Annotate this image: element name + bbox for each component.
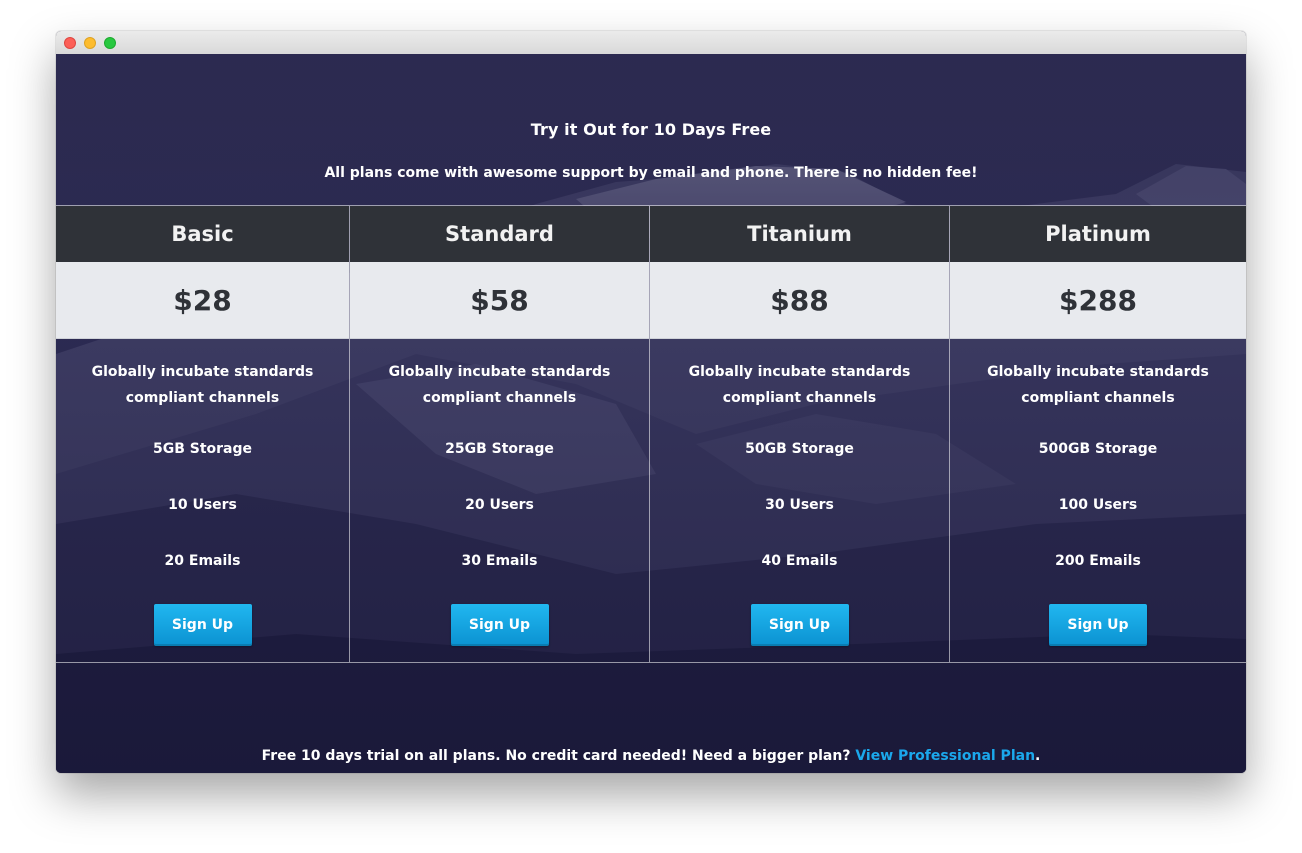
- plan-description-line: compliant channels: [1021, 390, 1175, 406]
- plan-description: Globally incubate standards compliant ch…: [950, 359, 1246, 411]
- window-titlebar: [56, 31, 1246, 55]
- plan-description-line: Globally incubate standards: [987, 364, 1209, 380]
- plan-description-line: compliant channels: [422, 390, 577, 406]
- plan-description-line: Globally incubate standards: [388, 364, 611, 380]
- zoom-window-button[interactable]: [104, 37, 116, 49]
- footer-note: Free 10 days trial on all plans. No cred…: [56, 748, 1246, 764]
- plan-name: Titanium: [650, 206, 949, 262]
- page-subtitle: All plans come with awesome support by e…: [324, 165, 978, 181]
- plan-description-line: compliant channels: [722, 390, 877, 406]
- close-window-button[interactable]: [64, 37, 76, 49]
- plan-users: 10 Users: [168, 497, 237, 513]
- sign-up-button-platinum[interactable]: Sign Up: [1049, 604, 1147, 646]
- pricing-page: Try it Out for 10 Days Free All plans co…: [56, 54, 1246, 773]
- plan-name: Standard: [350, 206, 649, 262]
- plan-storage: 500GB Storage: [1038, 441, 1158, 457]
- plan-standard: Standard $58 Globally incubate standards…: [350, 206, 650, 662]
- plan-users: 100 Users: [1058, 497, 1138, 513]
- browser-window: Try it Out for 10 Days Free All plans co…: [56, 31, 1246, 773]
- footer-period: .: [1035, 748, 1041, 764]
- plan-price: $88: [650, 262, 949, 339]
- view-professional-plan-link[interactable]: View Professional Plan: [855, 748, 1035, 764]
- pricing-table: Basic $28 Globally incubate standards co…: [56, 205, 1246, 663]
- sign-up-button-basic[interactable]: Sign Up: [153, 604, 252, 646]
- plan-description-line: Globally incubate standards: [688, 364, 911, 380]
- plan-emails: 20 Emails: [164, 553, 241, 569]
- plan-price: $288: [950, 262, 1246, 339]
- page-title: Try it Out for 10 Days Free: [530, 120, 772, 139]
- plan-emails: 200 Emails: [1055, 553, 1141, 569]
- plan-platinum: Platinum $288 Globally incubate standard…: [950, 206, 1246, 662]
- plan-emails: 30 Emails: [461, 553, 538, 569]
- plan-description: Globally incubate standards compliant ch…: [650, 359, 949, 411]
- sign-up-button-titanium[interactable]: Sign Up: [750, 604, 849, 646]
- sign-up-button-standard[interactable]: Sign Up: [450, 604, 549, 646]
- minimize-window-button[interactable]: [84, 37, 96, 49]
- plan-description: Globally incubate standards compliant ch…: [350, 359, 649, 411]
- plan-price: $28: [56, 262, 349, 339]
- plan-titanium: Titanium $88 Globally incubate standards…: [650, 206, 950, 662]
- plan-storage: 25GB Storage: [445, 441, 554, 457]
- plan-basic: Basic $28 Globally incubate standards co…: [56, 206, 350, 662]
- plan-users: 30 Users: [765, 497, 834, 513]
- plan-description-line: Globally incubate standards: [91, 364, 314, 380]
- plan-description-line: compliant channels: [125, 390, 280, 406]
- plan-storage: 5GB Storage: [152, 441, 253, 457]
- plan-users: 20 Users: [465, 497, 534, 513]
- plan-price: $58: [350, 262, 649, 339]
- plan-emails: 40 Emails: [761, 553, 838, 569]
- footer-text: Free 10 days trial on all plans. No cred…: [261, 748, 856, 764]
- plan-storage: 50GB Storage: [745, 441, 854, 457]
- plan-name: Platinum: [950, 206, 1246, 262]
- plan-description: Globally incubate standards compliant ch…: [56, 359, 349, 411]
- plan-name: Basic: [56, 206, 349, 262]
